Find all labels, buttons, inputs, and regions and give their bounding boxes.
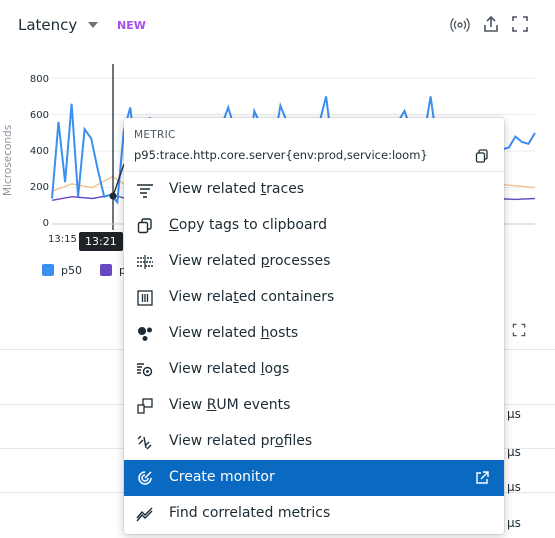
- menu-item-view-related-profiles[interactable]: View related profiles: [124, 424, 504, 460]
- processes-icon: [137, 255, 153, 269]
- menu-item-label: Find correlated metrics: [169, 505, 331, 521]
- profiles-icon: [137, 435, 152, 450]
- new-badge: NEW: [117, 19, 146, 32]
- menu-item-label: Create monitor: [169, 469, 275, 485]
- menu-item-view-rum-events[interactable]: View RUM events: [124, 388, 504, 424]
- menu-item-label: View related traces: [169, 181, 305, 197]
- table-row-divider: [504, 404, 555, 405]
- menu-item-label: View RUM events: [169, 397, 291, 413]
- legend-label: p50: [61, 264, 82, 277]
- menu-item-find-correlated-metrics[interactable]: Find correlated metrics: [124, 496, 504, 532]
- y-axis-label: Microseconds: [2, 124, 14, 196]
- table-cell: µs: [507, 407, 521, 421]
- table-cell: µs: [507, 516, 521, 530]
- table-cell: µs: [507, 480, 521, 494]
- traces-icon: [137, 184, 153, 198]
- y-tick-label: 600: [29, 110, 49, 121]
- legend-item-p50[interactable]: p50: [42, 264, 82, 277]
- expand-icon[interactable]: [511, 322, 527, 338]
- menu-item-label: View related containers: [169, 289, 335, 305]
- containers-icon: [137, 290, 153, 306]
- share-icon[interactable]: [481, 14, 501, 34]
- logs-icon: [137, 363, 153, 377]
- copy-icon[interactable]: [474, 148, 490, 164]
- external-link-icon: [476, 471, 489, 484]
- widget-header: Latency NEW: [0, 0, 555, 52]
- hosts-icon: [138, 327, 152, 341]
- y-tick-label: 400: [29, 146, 49, 157]
- menu-item-copy-tags[interactable]: Copy tags to clipboard: [124, 208, 504, 244]
- hover-time-tooltip: 13:21: [79, 232, 123, 251]
- table-cell: µs: [507, 445, 521, 459]
- y-tick-label: 800: [29, 74, 49, 85]
- menu-item-label: View related hosts: [169, 325, 299, 341]
- menu-header: METRIC p95:trace.http.core.server{env:pr…: [124, 118, 504, 172]
- x-tick-label: 13:15: [48, 234, 77, 245]
- menu-item-label: Copy tags to clipboard: [169, 217, 327, 233]
- menu-item-view-related-hosts[interactable]: View related hosts: [124, 316, 504, 352]
- table-row-divider: [0, 404, 124, 405]
- metric-context-menu: METRIC p95:trace.http.core.server{env:pr…: [124, 118, 504, 534]
- menu-item-create-monitor[interactable]: Create monitor: [124, 460, 504, 496]
- legend-swatch: [42, 264, 54, 276]
- expand-icon[interactable]: [510, 14, 530, 34]
- metric-query: p95:trace.http.core.server{env:prod,serv…: [134, 148, 428, 162]
- broadcast-icon[interactable]: [450, 14, 470, 34]
- menu-item-view-related-containers[interactable]: View related containers: [124, 280, 504, 316]
- monitor-icon: [138, 471, 152, 485]
- table-row-divider: [0, 448, 124, 449]
- menu-item-view-related-processes[interactable]: View related processes: [124, 244, 504, 280]
- chevron-down-icon[interactable]: [88, 22, 98, 28]
- y-tick-label: 0: [42, 218, 49, 229]
- copy-icon: [137, 218, 152, 234]
- menu-item-label: View related processes: [169, 253, 331, 269]
- correlated-metrics-icon: [136, 507, 153, 522]
- y-tick-label: 200: [29, 182, 49, 193]
- menu-item-view-related-logs[interactable]: View related logs: [124, 352, 504, 388]
- table-row-divider: [0, 492, 124, 493]
- menu-item-label: View related logs: [169, 361, 290, 377]
- menu-kicker: METRIC: [134, 129, 176, 141]
- menu-item-view-related-traces[interactable]: View related traces: [124, 172, 504, 208]
- rum-icon: [137, 398, 153, 414]
- widget-title[interactable]: Latency: [18, 16, 77, 34]
- legend-swatch: [100, 264, 112, 276]
- menu-item-label: View related profiles: [169, 433, 313, 449]
